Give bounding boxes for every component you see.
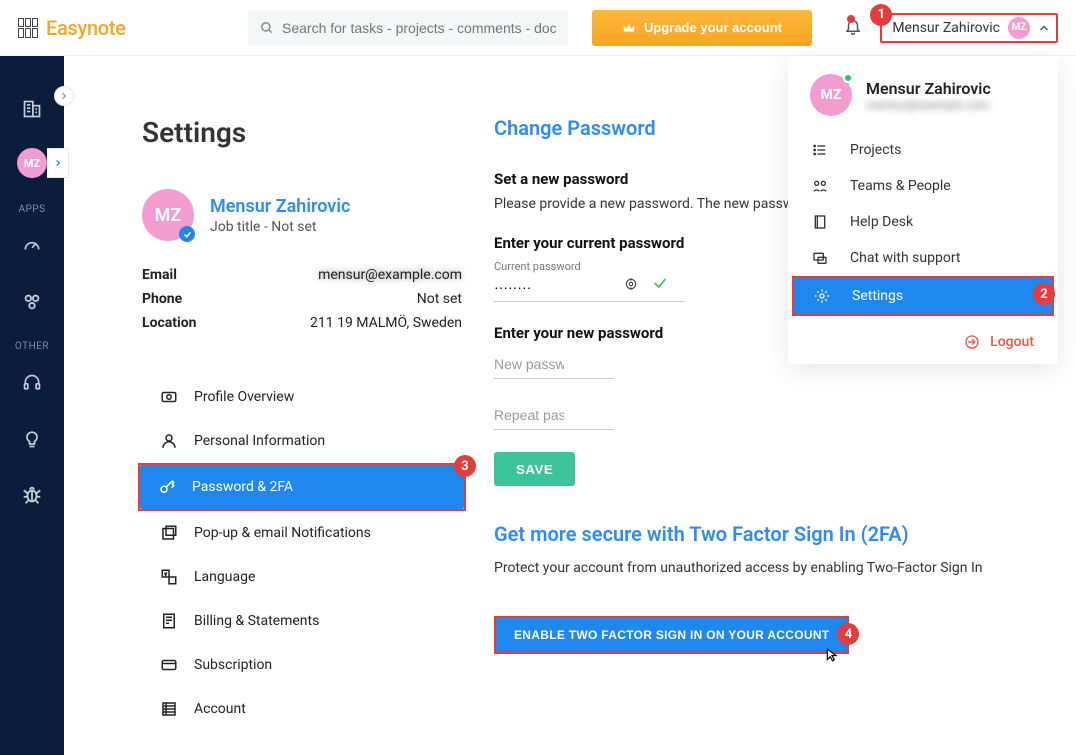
- card-icon: [160, 656, 178, 674]
- profile-subtitle: Job title - Not set: [210, 219, 350, 235]
- dropdown-chat[interactable]: Chat with support: [788, 240, 1058, 276]
- save-button[interactable]: SAVE: [494, 452, 575, 486]
- building-icon: [22, 99, 42, 119]
- key-icon: [158, 478, 176, 496]
- headset-icon: [22, 373, 42, 393]
- annotation-badge-2: 2: [1033, 283, 1055, 305]
- dropdown-logout[interactable]: Logout: [788, 330, 1058, 350]
- sidebar-section-apps: APPS: [18, 204, 45, 215]
- avatar-small: MZ: [1008, 17, 1030, 39]
- notifications-button[interactable]: [844, 17, 862, 39]
- popup-icon: [160, 524, 178, 542]
- enable-tfa-button[interactable]: ENABLE TWO FACTOR SIGN IN ON YOUR ACCOUN…: [496, 618, 847, 652]
- search-icon: [260, 21, 274, 35]
- billing-icon: [160, 612, 178, 630]
- dropdown-help[interactable]: Help Desk: [788, 204, 1058, 240]
- chevron-right-icon: [54, 159, 62, 167]
- brand-name: Easynote: [46, 16, 126, 40]
- profile-header: MZ Mensur Zahirovic Job title - Not set: [142, 189, 462, 241]
- annotation-badge-1: 1: [870, 4, 892, 26]
- verified-badge-icon: [179, 226, 195, 242]
- avatar-medium: MZ: [810, 74, 852, 116]
- dropdown-teams[interactable]: Teams & People: [788, 168, 1058, 204]
- repeat-password-input[interactable]: [494, 401, 614, 430]
- list-icon: [812, 142, 828, 158]
- sidebar-item-ideas[interactable]: [0, 416, 64, 462]
- id-icon: [160, 388, 178, 406]
- people-icon: [812, 178, 828, 194]
- logo[interactable]: Easynote: [18, 16, 238, 40]
- search-input-wrap[interactable]: [248, 10, 568, 46]
- target-icon: [624, 277, 638, 295]
- sidebar-section-other: OTHER: [15, 341, 49, 352]
- topbar: Easynote Upgrade your account 1 Mensur Z…: [0, 0, 1076, 56]
- sidebar-item-bugs[interactable]: [0, 472, 64, 518]
- avatar-large: MZ: [142, 189, 194, 241]
- people-icon: [21, 291, 43, 313]
- profile-info: Emailmensur@example.com PhoneNot set Loc…: [142, 263, 462, 335]
- search-input[interactable]: [282, 20, 556, 36]
- tfa-sub: Protect your account from unauthorized a…: [494, 560, 1014, 576]
- sidebar: MZ APPS OTHER: [0, 56, 64, 755]
- logout-icon: [964, 334, 980, 350]
- book-icon: [812, 214, 828, 230]
- account-icon: [160, 700, 178, 718]
- dropdown-user-email: mensur@example.com: [866, 98, 991, 112]
- apps-grid-icon: [18, 18, 38, 38]
- nav-password-2fa[interactable]: Password & 2FA: [140, 465, 464, 509]
- bug-icon: [21, 484, 43, 506]
- sidebar-avatar[interactable]: MZ: [17, 148, 47, 178]
- new-password-input[interactable]: [494, 350, 614, 379]
- dropdown-settings[interactable]: Settings: [794, 278, 1052, 314]
- online-status-dot: [843, 73, 853, 83]
- top-user-name: Mensur Zahirovic: [892, 20, 1000, 36]
- annotation-badge-3: 3: [454, 455, 476, 477]
- check-icon: [652, 275, 668, 295]
- sidebar-item-help[interactable]: [0, 360, 64, 406]
- profile-dropdown: MZ Mensur Zahirovic mensur@example.com P…: [788, 56, 1058, 364]
- settings-nav: Profile Overview Personal Information 3 …: [142, 375, 462, 731]
- gear-icon: [814, 288, 830, 304]
- nav-subscription[interactable]: Subscription: [142, 643, 462, 687]
- sidebar-item-people[interactable]: [0, 279, 64, 325]
- person-icon: [160, 432, 178, 450]
- sidebar-collapse-button[interactable]: [54, 86, 74, 106]
- settings-left-column: Settings MZ Mensur Zahirovic Job title -…: [142, 116, 462, 735]
- nav-personal-info[interactable]: Personal Information: [142, 419, 462, 463]
- dropdown-user-name: Mensur Zahirovic: [866, 79, 991, 98]
- cursor-icon: [825, 646, 839, 664]
- nav-account[interactable]: Account: [142, 687, 462, 731]
- annotation-badge-4: 4: [837, 623, 859, 645]
- nav-notifications[interactable]: Pop-up & email Notifications: [142, 511, 462, 555]
- bulb-icon: [22, 429, 42, 449]
- page-title: Settings: [142, 116, 462, 149]
- nav-billing[interactable]: Billing & Statements: [142, 599, 462, 643]
- tfa-title: Get more secure with Two Factor Sign In …: [494, 522, 1014, 546]
- chevron-right-icon: [60, 92, 68, 100]
- profile-menu-trigger[interactable]: 1 Mensur Zahirovic MZ: [880, 13, 1058, 43]
- nav-language[interactable]: Language: [142, 555, 462, 599]
- sidebar-item-dash[interactable]: [0, 223, 64, 269]
- upgrade-button[interactable]: Upgrade your account: [592, 10, 812, 46]
- chevron-up-icon: [1038, 22, 1050, 34]
- notification-dot: [847, 15, 855, 23]
- chat-icon: [812, 250, 828, 266]
- nav-profile-overview[interactable]: Profile Overview: [142, 375, 462, 419]
- dropdown-projects[interactable]: Projects: [788, 132, 1058, 168]
- crown-icon: [622, 21, 636, 35]
- gauge-icon: [22, 236, 42, 256]
- translate-icon: [160, 568, 178, 586]
- profile-name: Mensur Zahirovic: [210, 196, 350, 217]
